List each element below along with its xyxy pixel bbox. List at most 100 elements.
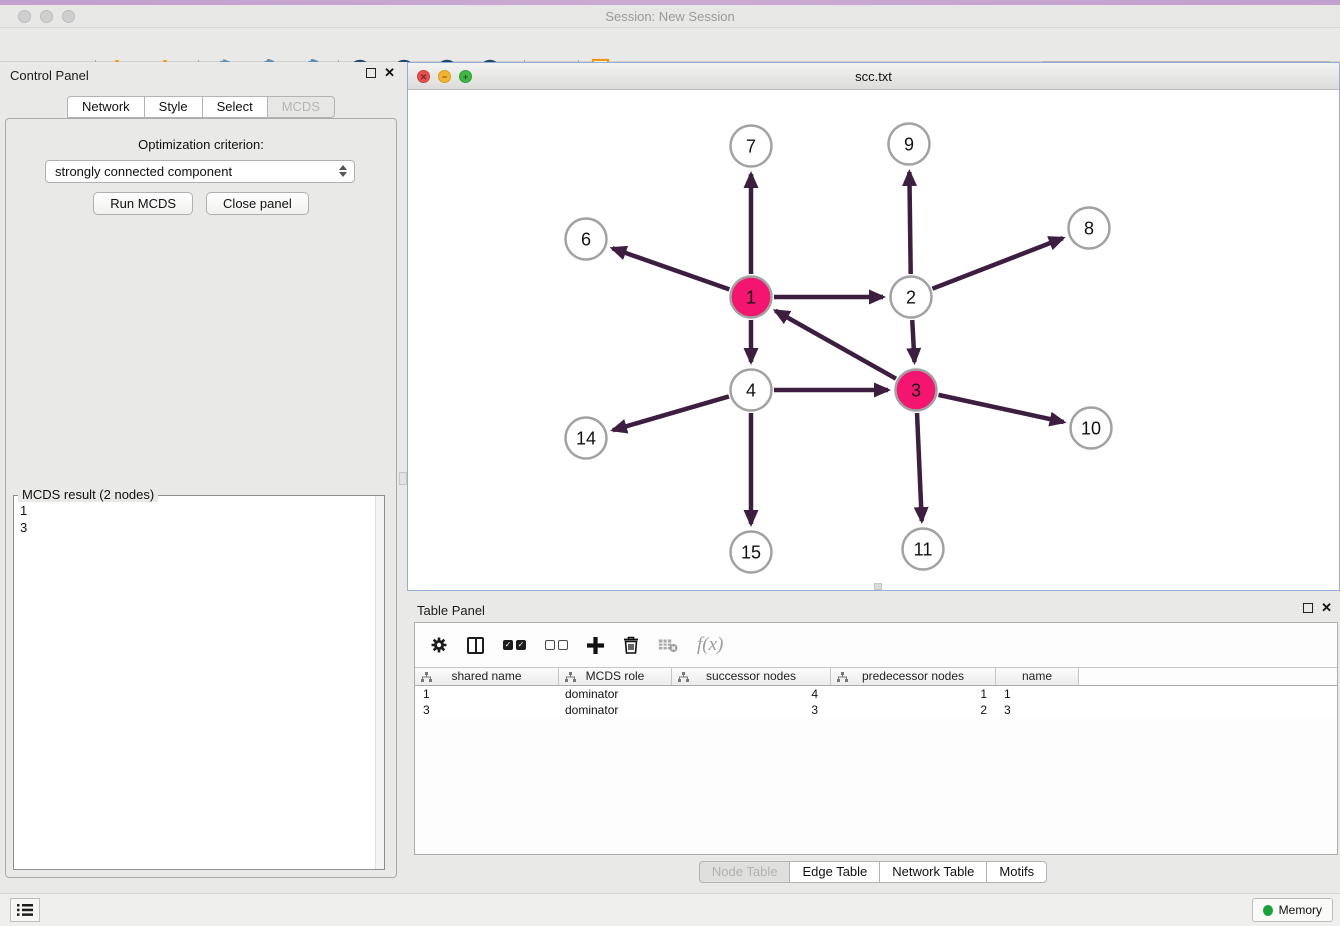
table-toolbar: ✓✓ f(x)	[415, 623, 1337, 667]
table-cell[interactable]: 3	[672, 702, 831, 718]
function-builder-icon[interactable]: f(x)	[697, 632, 723, 658]
tab-motifs[interactable]: Motifs	[986, 861, 1047, 883]
graph-edge-2-8[interactable]	[932, 238, 1062, 289]
mcds-result-list[interactable]: 1 3	[14, 500, 374, 869]
table-row[interactable]: 1 dominator 4 1 1	[415, 686, 1337, 702]
column-header-shared-name[interactable]: shared name	[415, 668, 559, 685]
table-cell[interactable]: 1	[415, 686, 559, 702]
table-row[interactable]: 3 dominator 3 2 3	[415, 702, 1337, 718]
table-cell[interactable]: 4	[672, 686, 831, 702]
svg-text:1: 1	[746, 287, 756, 307]
memory-status-icon	[1263, 905, 1273, 916]
network-window: ✕ − + scc.txt 7 9 6 8 1 2 4 3 14 10 15 11	[407, 62, 1340, 591]
graph-node-7[interactable]: 7	[731, 126, 772, 167]
table-cell[interactable]: 1	[996, 686, 1079, 702]
select-all-columns-icon[interactable]: ✓✓	[503, 632, 526, 658]
result-scrollbar[interactable]	[375, 496, 384, 869]
network-window-title: scc.txt	[408, 69, 1339, 84]
graph-node-11[interactable]: 11	[903, 529, 944, 570]
column-header-predecessor-nodes[interactable]: predecessor nodes	[831, 668, 996, 685]
svg-text:4: 4	[746, 380, 756, 400]
divider-handle[interactable]	[399, 472, 407, 485]
tab-node-table[interactable]: Node Table	[699, 861, 791, 883]
mcds-result-box: MCDS result (2 nodes) 1 3	[13, 495, 385, 870]
tab-select[interactable]: Select	[202, 96, 268, 118]
hierarchy-icon	[565, 672, 576, 683]
application-window: Session: New Session	[0, 0, 1340, 926]
graph-edge-3-10[interactable]	[938, 395, 1063, 422]
hierarchy-icon	[678, 672, 689, 683]
table-cell[interactable]: dominator	[559, 686, 672, 702]
graph-edge-3-1[interactable]	[775, 311, 896, 379]
canvas-splitter-handle[interactable]	[874, 583, 882, 590]
table-cell[interactable]: 3	[415, 702, 559, 718]
graph-node-1[interactable]: 1	[731, 277, 772, 318]
table-cell[interactable]: 2	[831, 702, 996, 718]
tab-edge-table[interactable]: Edge Table	[789, 861, 880, 883]
tab-network-table[interactable]: Network Table	[879, 861, 987, 883]
network-window-titlebar[interactable]: ✕ − + scc.txt	[408, 63, 1339, 90]
criterion-value: strongly connected component	[55, 164, 232, 179]
graph-edge-2-9[interactable]	[909, 172, 910, 274]
svg-text:11: 11	[914, 539, 933, 559]
graph-node-8[interactable]: 8	[1069, 208, 1110, 249]
network-graph[interactable]: 7 9 6 8 1 2 4 3 14 10 15 11	[408, 90, 1339, 589]
window-title: Session: New Session	[0, 9, 1340, 24]
svg-text:9: 9	[904, 134, 914, 154]
table-tabs: Node Table Edge Table Network Table Moti…	[407, 861, 1340, 883]
control-panel-title: Control Panel	[10, 68, 89, 83]
column-header-name[interactable]: name	[996, 668, 1079, 685]
create-column-icon[interactable]	[587, 632, 604, 658]
table-cell[interactable]: 1	[831, 686, 996, 702]
close-panel-icon[interactable]: ✕	[384, 68, 395, 78]
graph-node-3[interactable]: 3	[896, 370, 937, 411]
list-icon	[17, 903, 33, 917]
graph-node-14[interactable]: 14	[566, 418, 607, 459]
control-panel-tabs: Network Style Select MCDS	[0, 96, 403, 118]
float-table-panel-icon[interactable]	[1303, 603, 1313, 613]
memory-button[interactable]: Memory	[1252, 898, 1333, 922]
graph-node-4[interactable]: 4	[731, 370, 772, 411]
close-table-panel-icon[interactable]: ✕	[1321, 603, 1332, 613]
table-cell[interactable]: dominator	[559, 702, 672, 718]
task-history-button[interactable]	[10, 898, 40, 922]
tab-network[interactable]: Network	[67, 96, 145, 118]
column-header-mcds-role[interactable]: MCDS role	[559, 668, 672, 685]
criterion-select[interactable]: strongly connected component	[45, 160, 355, 183]
graph-node-9[interactable]: 9	[889, 124, 930, 165]
graph-edge-1-6[interactable]	[612, 248, 729, 289]
table-panel-title: Table Panel	[417, 603, 485, 618]
graph-node-2[interactable]: 2	[891, 277, 932, 318]
table-cell[interactable]: 3	[996, 702, 1079, 718]
run-mcds-button[interactable]: Run MCDS	[93, 192, 193, 215]
titlebar: Session: New Session	[0, 5, 1340, 28]
delete-table-icon[interactable]	[658, 632, 678, 658]
close-panel-button[interactable]: Close panel	[206, 192, 309, 215]
svg-text:7: 7	[746, 136, 756, 156]
float-panel-icon[interactable]	[366, 68, 376, 78]
table-settings-icon[interactable]	[430, 632, 448, 658]
column-header-successor-nodes[interactable]: successor nodes	[672, 668, 831, 685]
network-canvas[interactable]: 7 9 6 8 1 2 4 3 14 10 15 11	[408, 90, 1339, 590]
control-panel: Control Panel ✕ Network Style Select MCD…	[0, 62, 403, 893]
graph-node-10[interactable]: 10	[1071, 408, 1112, 449]
svg-text:3: 3	[911, 380, 921, 400]
tab-style[interactable]: Style	[144, 96, 203, 118]
graph-node-6[interactable]: 6	[566, 219, 607, 260]
table-box: ✓✓ f(x) shared name	[414, 622, 1338, 855]
graph-node-15[interactable]: 15	[731, 532, 772, 573]
hierarchy-icon	[837, 672, 848, 683]
tab-mcds[interactable]: MCDS	[267, 96, 335, 118]
delete-columns-icon[interactable]	[623, 632, 639, 658]
graph-edge-3-11[interactable]	[917, 413, 922, 521]
split-columns-icon[interactable]	[467, 632, 484, 658]
table-panel-header: Table Panel ✕	[407, 597, 1340, 623]
mcds-result-line: 1	[20, 502, 368, 519]
select-stepper-icon	[339, 165, 347, 177]
graph-edge-4-14[interactable]	[613, 396, 729, 430]
main-toolbar	[0, 28, 1340, 62]
mcds-tab-content: Optimization criterion: strongly connect…	[5, 118, 397, 878]
svg-text:8: 8	[1084, 218, 1094, 238]
graph-edge-2-3[interactable]	[912, 320, 914, 362]
unselect-all-columns-icon[interactable]	[545, 632, 568, 658]
